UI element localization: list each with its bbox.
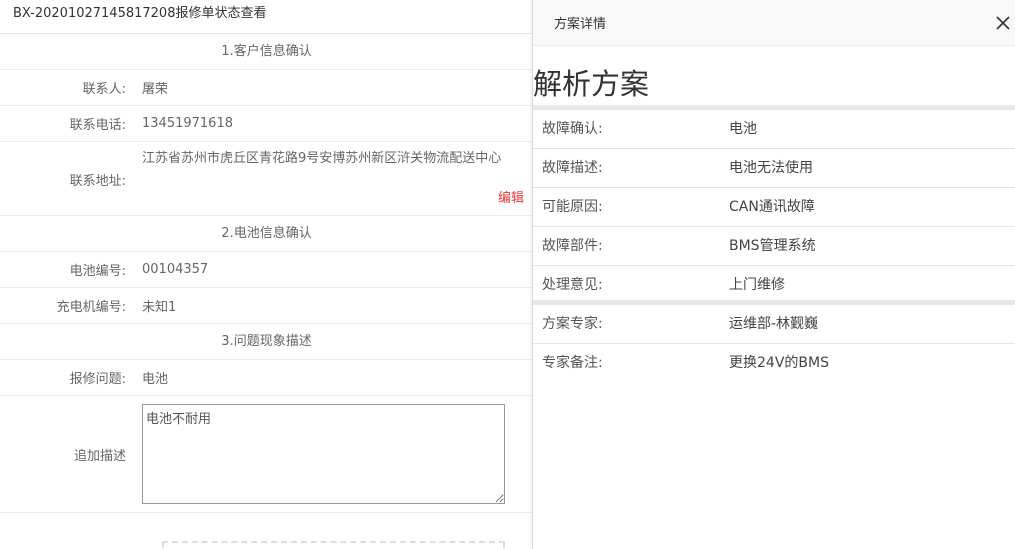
detail-key: 可能原因: bbox=[542, 199, 603, 215]
address-label: 联系地址: bbox=[69, 174, 126, 189]
panel-main-title: 解析方案 bbox=[533, 46, 1015, 110]
detail-value: 更换24V的BMS bbox=[729, 355, 829, 371]
detail-value: BMS管理系统 bbox=[729, 238, 816, 254]
detail-value: 运维部-林觐巍 bbox=[729, 316, 819, 332]
detail-key: 故障描述: bbox=[542, 160, 603, 176]
phone-value: 13451971618 bbox=[142, 116, 233, 131]
section-title-issue: 3.问题现象描述 bbox=[0, 324, 533, 360]
contact-value: 屠荣 bbox=[142, 82, 169, 97]
detail-key: 故障确认: bbox=[542, 121, 603, 137]
detail-value: 电池 bbox=[729, 121, 757, 137]
charger-value: 未知1 bbox=[142, 300, 177, 315]
charger-label: 充电机编号: bbox=[56, 300, 126, 315]
address-value: 江苏省苏州市虎丘区青花路9号安博苏州新区浒关物流配送中心 bbox=[142, 151, 502, 166]
issue-value: 电池 bbox=[142, 372, 169, 387]
detail-key: 故障部件: bbox=[542, 238, 603, 254]
upload-area[interactable] bbox=[162, 541, 505, 549]
detail-value: 上门维修 bbox=[729, 277, 785, 293]
detail-value: 电池无法使用 bbox=[729, 160, 813, 176]
detail-row-fault-part: 故障部件: BMS管理系统 bbox=[533, 227, 1015, 266]
solution-detail-panel: 方案详情 解析方案 故障确认: 电池 故障描述: 电池无法使用 可能原因: CA… bbox=[532, 0, 1015, 549]
extra-desc-row: 追加描述 电池不耐用 bbox=[0, 396, 533, 513]
charger-row: 充电机编号: 未知1 bbox=[0, 288, 533, 324]
section-title-battery: 2.电池信息确认 bbox=[0, 216, 533, 252]
detail-key: 方案专家: bbox=[542, 316, 603, 332]
detail-row-fault-confirm: 故障确认: 电池 bbox=[533, 110, 1015, 149]
detail-value: CAN通讯故障 bbox=[729, 199, 815, 215]
phone-label: 联系电话: bbox=[69, 118, 126, 133]
battery-row: 电池编号: 00104357 bbox=[0, 252, 533, 288]
extra-desc-textarea[interactable]: 电池不耐用 bbox=[142, 404, 505, 504]
detail-row-handling: 处理意见: 上门维修 bbox=[533, 266, 1015, 305]
panel-header-title: 方案详情 bbox=[554, 17, 607, 32]
detail-row-possible-cause: 可能原因: CAN通讯故障 bbox=[533, 188, 1015, 227]
battery-label: 电池编号: bbox=[69, 264, 126, 279]
contact-row: 联系人: 屠荣 bbox=[0, 70, 533, 106]
extra-desc-label: 追加描述 bbox=[73, 448, 126, 464]
detail-row-fault-desc: 故障描述: 电池无法使用 bbox=[533, 149, 1015, 188]
issue-row: 报修问题: 电池 bbox=[0, 360, 533, 396]
section-title-customer: 1.客户信息确认 bbox=[0, 34, 533, 70]
detail-key: 处理意见: bbox=[542, 277, 603, 293]
phone-row: 联系电话: 13451971618 bbox=[0, 106, 533, 142]
address-row: 联系地址: 江苏省苏州市虎丘区青花路9号安博苏州新区浒关物流配送中心 编辑 bbox=[0, 142, 533, 216]
detail-key: 专家备注: bbox=[542, 355, 603, 371]
issue-label: 报修问题: bbox=[69, 372, 126, 387]
repair-order-page: BX-20201027145817208报修单状态查看 1.客户信息确认 联系人… bbox=[0, 0, 533, 549]
edit-address-link[interactable]: 编辑 bbox=[498, 187, 524, 206]
close-icon[interactable] bbox=[994, 14, 1012, 32]
detail-row-expert: 方案专家: 运维部-林觐巍 bbox=[533, 305, 1015, 344]
detail-row-expert-note: 专家备注: 更换24V的BMS bbox=[533, 344, 1015, 383]
page-title: BX-20201027145817208报修单状态查看 bbox=[0, 0, 533, 34]
panel-header: 方案详情 bbox=[533, 0, 1015, 46]
battery-value: 00104357 bbox=[142, 262, 209, 277]
contact-label: 联系人: bbox=[82, 82, 126, 97]
